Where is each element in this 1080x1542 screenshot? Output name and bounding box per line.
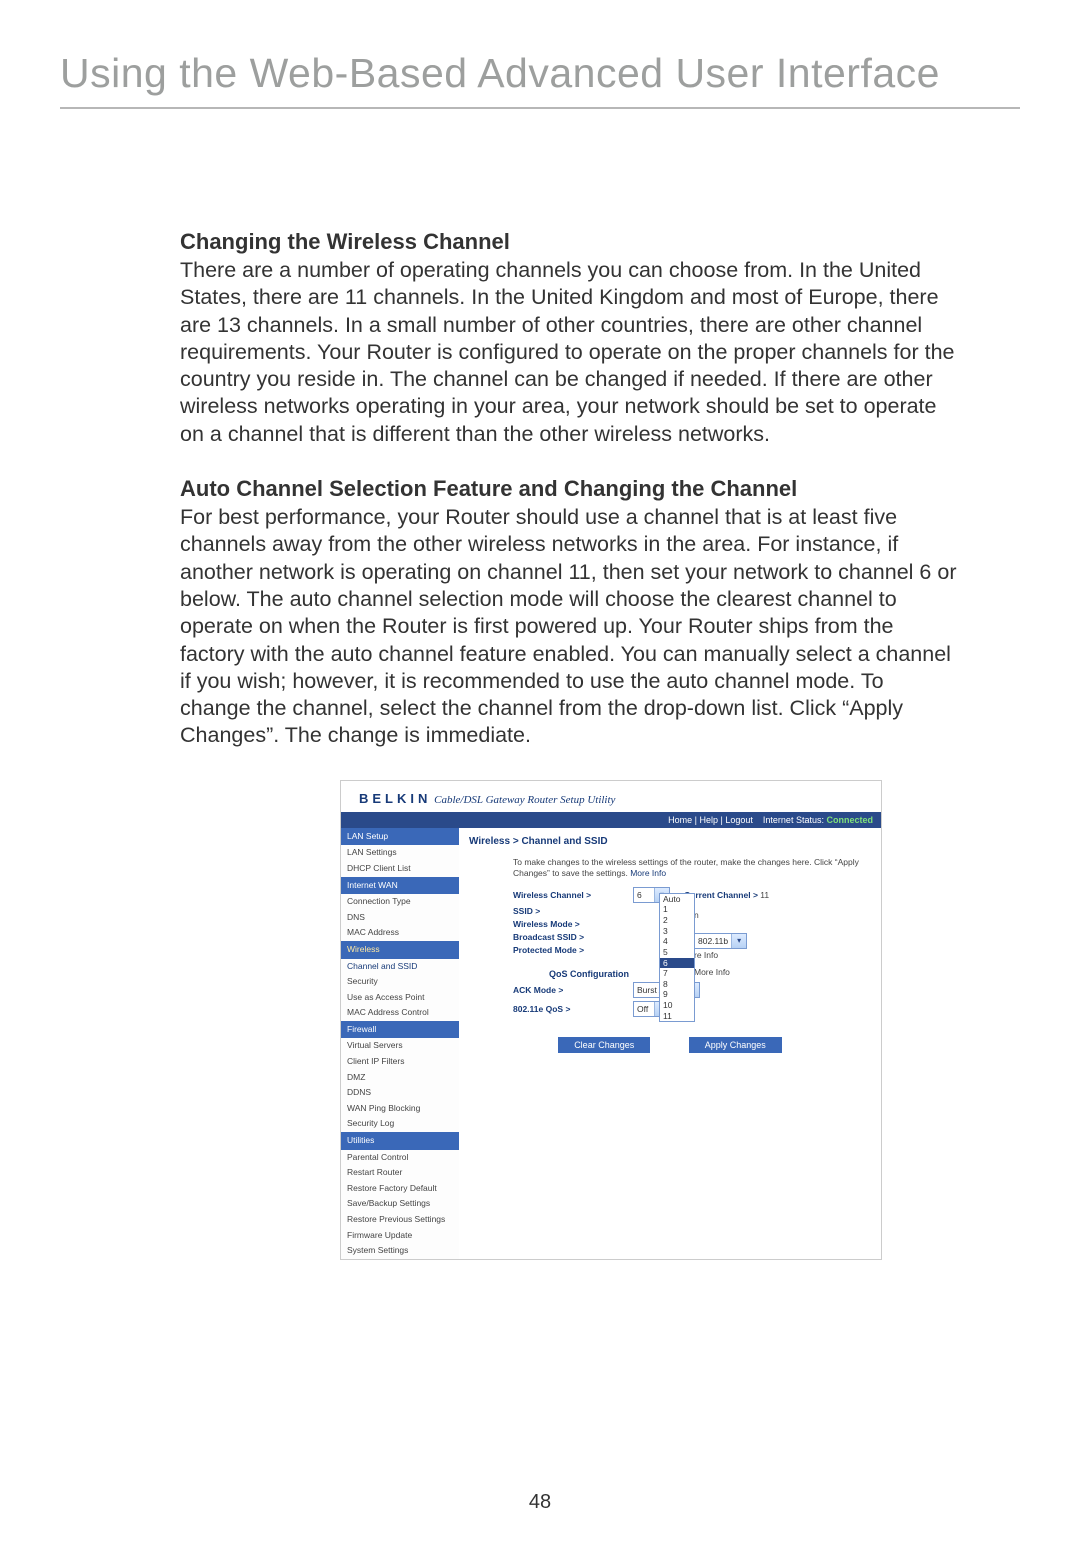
- sidebar-item[interactable]: Restore Previous Settings: [341, 1212, 459, 1228]
- router-ui-screenshot: BELKIN Cable/DSL Gateway Router Setup Ut…: [340, 780, 882, 1260]
- wireless-mode-peek: 802.11b ▾: [694, 933, 747, 949]
- sidebar-heading: Firewall: [341, 1021, 459, 1039]
- dropdown-option[interactable]: 8: [660, 979, 694, 990]
- dropdown-option[interactable]: 5: [660, 947, 694, 958]
- wireless-channel-label: Wireless Channel >: [513, 890, 633, 900]
- sidebar: LAN SetupLAN SettingsDHCP Client ListInt…: [341, 828, 459, 1259]
- sidebar-item[interactable]: System Settings: [341, 1243, 459, 1259]
- protected-mode-label: Protected Mode >: [513, 945, 633, 955]
- chevron-down-icon: ▾: [731, 934, 746, 948]
- sidebar-item[interactable]: DMZ: [341, 1070, 459, 1086]
- sidebar-item[interactable]: DDNS: [341, 1085, 459, 1101]
- breadcrumb: Wireless > Channel and SSID: [469, 836, 871, 847]
- ack-mode-label: ACK Mode >: [513, 985, 633, 995]
- sidebar-item[interactable]: MAC Address Control: [341, 1005, 459, 1021]
- dropdown-option[interactable]: 1: [660, 904, 694, 915]
- dropdown-option[interactable]: 6: [660, 958, 694, 969]
- sidebar-heading: Internet WAN: [341, 877, 459, 895]
- dropdown-option[interactable]: Auto: [660, 894, 694, 905]
- sidebar-item[interactable]: MAC Address: [341, 925, 459, 941]
- wireless-mode-label: Wireless Mode >: [513, 919, 633, 929]
- section-1-heading: Changing the Wireless Channel: [180, 229, 960, 255]
- qos-label: 802.11e QoS >: [513, 1004, 633, 1014]
- sidebar-item[interactable]: Save/Backup Settings: [341, 1196, 459, 1212]
- page-title: Using the Web-Based Advanced User Interf…: [60, 50, 1020, 109]
- topbar-links[interactable]: Home | Help | Logout: [668, 815, 753, 825]
- sidebar-item[interactable]: Client IP Filters: [341, 1054, 459, 1070]
- sidebar-item[interactable]: Use as Access Point: [341, 990, 459, 1006]
- section-2-heading: Auto Channel Selection Feature and Chang…: [180, 476, 960, 502]
- sidebar-item[interactable]: Security Log: [341, 1116, 459, 1132]
- sidebar-item[interactable]: Restore Factory Default: [341, 1181, 459, 1197]
- intro-text: To make changes to the wireless settings…: [513, 857, 871, 879]
- router-topbar: Home | Help | Logout Internet Status: Co…: [341, 812, 881, 828]
- channel-dropdown[interactable]: Auto1234567891011: [659, 893, 695, 1023]
- dropdown-option[interactable]: 9: [660, 989, 694, 1000]
- more-info-link[interactable]: More Info: [630, 868, 666, 878]
- brand-logo: BELKIN: [359, 791, 431, 806]
- sidebar-item[interactable]: Virtual Servers: [341, 1038, 459, 1054]
- page-number: 48: [0, 1491, 1080, 1514]
- dropdown-option[interactable]: 4: [660, 936, 694, 947]
- current-channel-value: 11: [760, 890, 769, 900]
- ssid-label: SSID >: [513, 906, 633, 916]
- sidebar-item[interactable]: DNS: [341, 910, 459, 926]
- broadcast-ssid-label: Broadcast SSID >: [513, 932, 633, 942]
- sidebar-item[interactable]: Parental Control: [341, 1150, 459, 1166]
- dropdown-option[interactable]: 7: [660, 968, 694, 979]
- protected-more-info[interactable]: More Info: [694, 967, 730, 977]
- topbar-status-label: Internet Status:: [763, 815, 824, 825]
- sidebar-item[interactable]: Security: [341, 974, 459, 990]
- broadcast-more-info[interactable]: re Info: [694, 950, 718, 960]
- topbar-status-value: Connected: [826, 815, 873, 825]
- apply-changes-button[interactable]: Apply Changes: [689, 1037, 782, 1053]
- wireless-mode-select[interactable]: 802.11b ▾: [694, 933, 747, 949]
- section-2-body: For best performance, your Router should…: [180, 504, 960, 750]
- sidebar-item[interactable]: Connection Type: [341, 894, 459, 910]
- sidebar-item[interactable]: Firmware Update: [341, 1228, 459, 1244]
- router-subtitle: Cable/DSL Gateway Router Setup Utility: [434, 794, 615, 806]
- sidebar-item[interactable]: DHCP Client List: [341, 861, 459, 877]
- dropdown-option[interactable]: 10: [660, 1000, 694, 1011]
- sidebar-heading: LAN Setup: [341, 828, 459, 846]
- dropdown-option[interactable]: 2: [660, 915, 694, 926]
- sidebar-heading: Utilities: [341, 1132, 459, 1150]
- content-panel: Wireless > Channel and SSID To make chan…: [459, 828, 881, 1259]
- dropdown-option[interactable]: 3: [660, 926, 694, 937]
- sidebar-item[interactable]: WAN Ping Blocking: [341, 1101, 459, 1117]
- sidebar-item[interactable]: LAN Settings: [341, 845, 459, 861]
- sidebar-heading: Wireless: [341, 941, 459, 959]
- sidebar-item[interactable]: Restart Router: [341, 1165, 459, 1181]
- router-header: BELKIN Cable/DSL Gateway Router Setup Ut…: [341, 781, 881, 812]
- current-channel-label: Current Channel >: [684, 890, 758, 900]
- sidebar-item[interactable]: Channel and SSID: [341, 959, 459, 975]
- clear-changes-button[interactable]: Clear Changes: [558, 1037, 650, 1053]
- dropdown-option[interactable]: 11: [660, 1011, 694, 1022]
- section-1-body: There are a number of operating channels…: [180, 257, 960, 448]
